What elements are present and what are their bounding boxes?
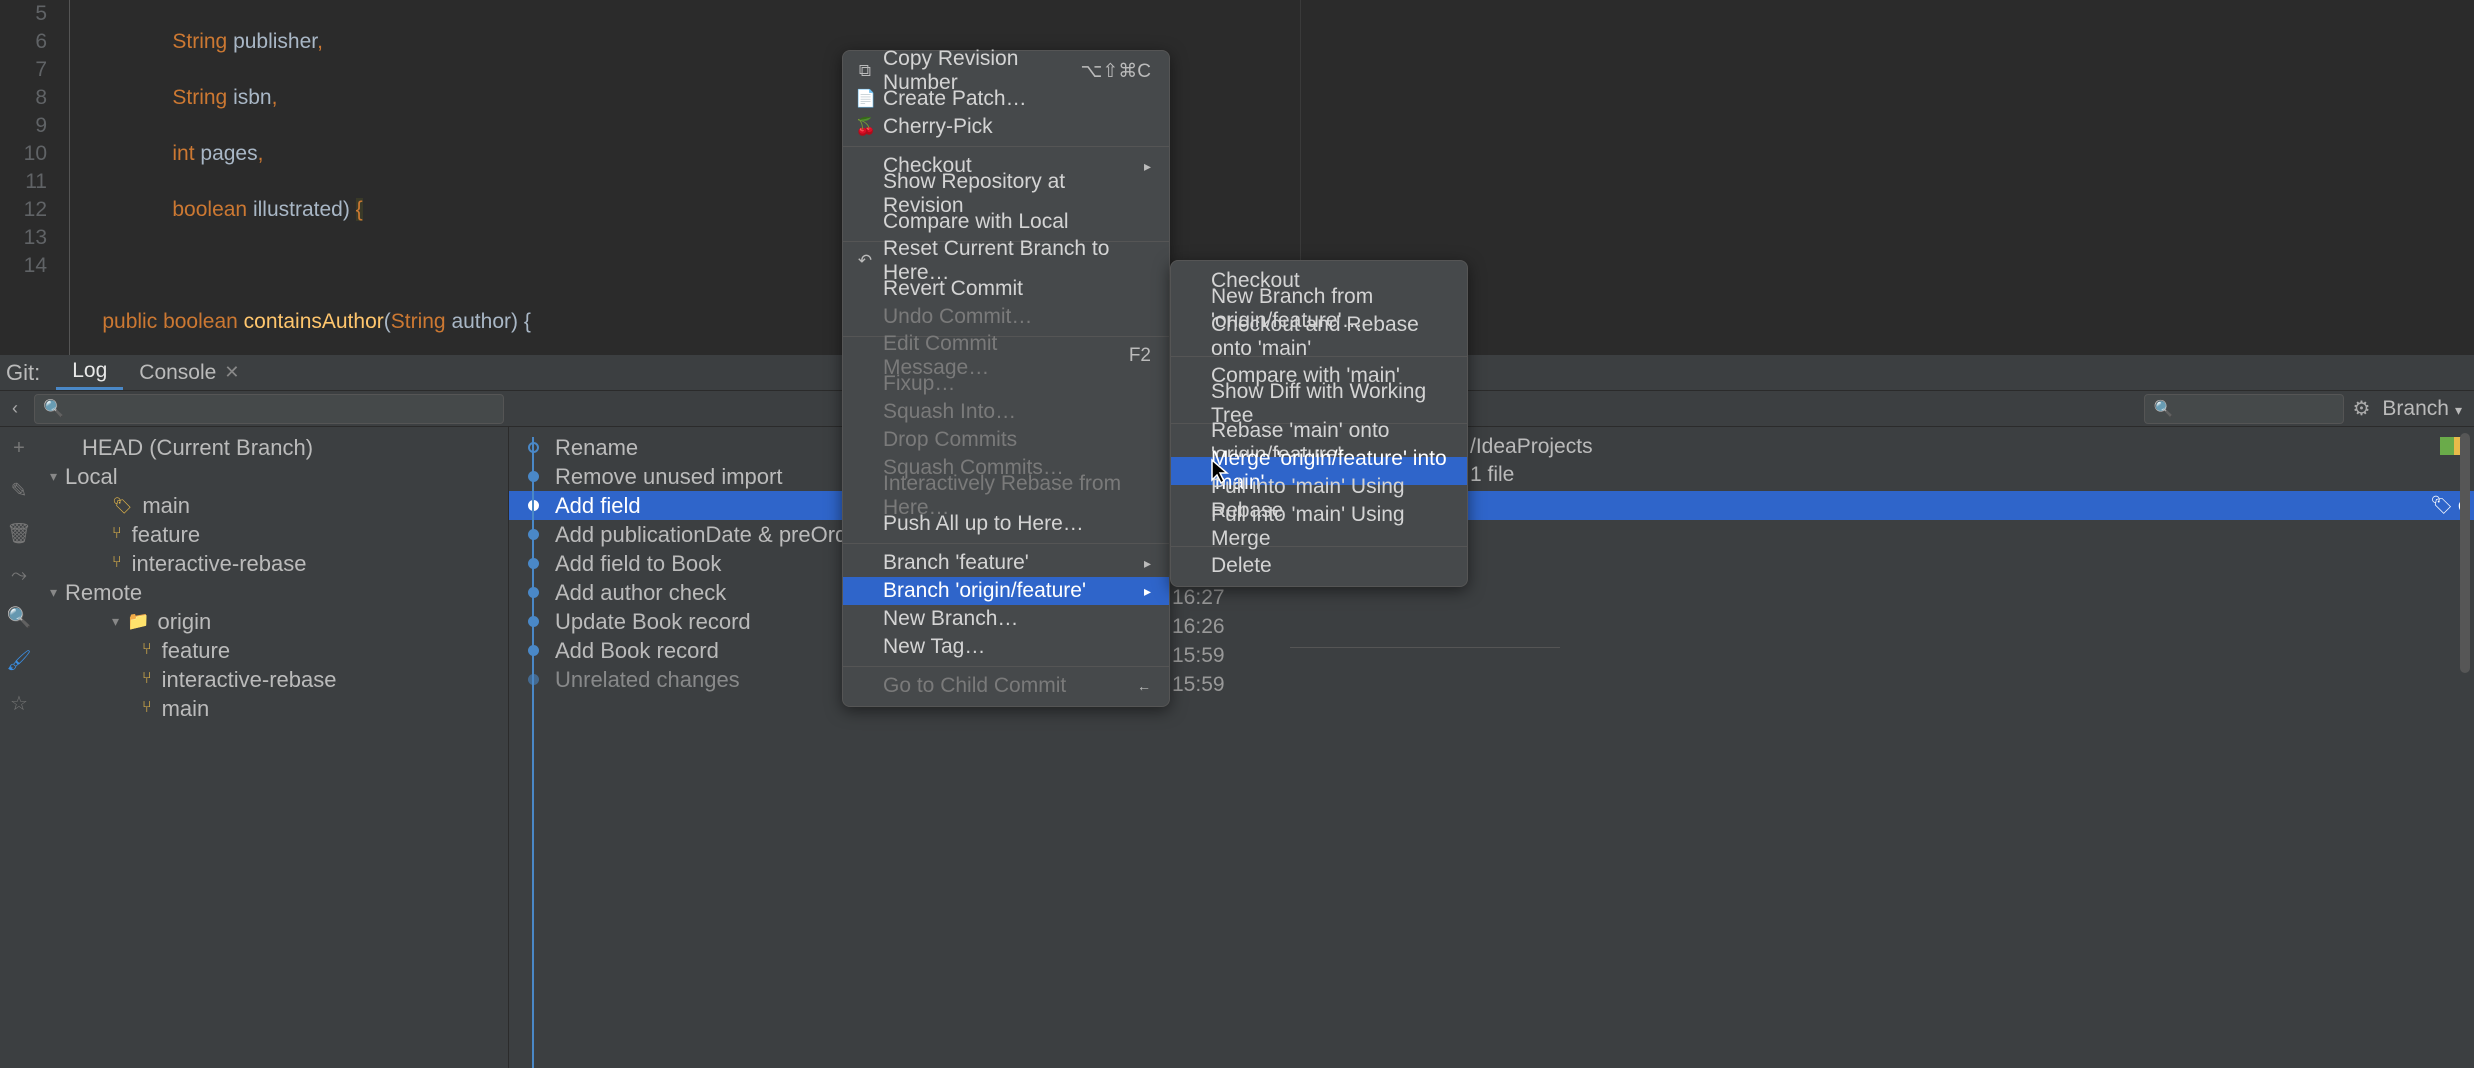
branches-tree[interactable]: HEAD (Current Branch) ▾Local 🏷main ⑂feat…	[38, 427, 508, 1068]
side-toolbar: + ✎ 🗑 ⤳ 🔍 🖌 ☆	[0, 427, 38, 1068]
editor-gutter: 567891011121314	[0, 0, 65, 355]
tree-remote[interactable]: ▾Remote	[38, 578, 508, 607]
menu-drop: Drop Commits	[843, 426, 1169, 454]
commit-list[interactable]: Rename Remove unused import Add field🏷 o…	[508, 427, 2474, 1068]
tree-origin[interactable]: ▾📁origin	[38, 607, 508, 636]
menu-interactive-rebase: Interactively Rebase from Here…	[843, 482, 1169, 510]
commit-row[interactable]: Unrelated changes	[509, 665, 2474, 694]
tree-head[interactable]: HEAD (Current Branch)	[38, 433, 508, 462]
chevron-down-icon: ▾	[112, 613, 119, 630]
cherry-icon: 🍒	[855, 117, 875, 137]
arrow-left-icon: ←	[1115, 678, 1151, 694]
submenu-checkout-rebase[interactable]: Checkout and Rebase onto 'main'	[1171, 323, 1467, 351]
commit-context-menu: ⧉Copy Revision Number⌥⇧⌘C 📄Create Patch……	[842, 50, 1170, 707]
commit-row[interactable]: Add field🏷 o	[509, 491, 2474, 520]
menu-goto-child: Go to Child Commit←	[843, 672, 1169, 700]
menu-new-tag[interactable]: New Tag…	[843, 633, 1169, 661]
commit-row[interactable]: Add publicationDate & preOrder check	[509, 520, 2474, 549]
menu-cherry-pick[interactable]: 🍒Cherry-Pick	[843, 113, 1169, 141]
menu-new-branch[interactable]: New Branch…	[843, 605, 1169, 633]
menu-compare-local[interactable]: Compare with Local	[843, 208, 1169, 236]
scrollbar[interactable]	[2460, 433, 2470, 673]
branch-icon: ⑂	[112, 554, 122, 572]
menu-undo-commit: Undo Commit…	[843, 303, 1169, 331]
git-label: Git:	[6, 360, 40, 386]
chevron-down-icon: ▾	[50, 584, 57, 601]
menu-push-all[interactable]: Push All up to Here…	[843, 510, 1169, 538]
trash-icon[interactable]: 🗑	[6, 521, 31, 546]
submenu-delete[interactable]: Delete	[1171, 552, 1467, 580]
commit-row[interactable]: Add field to Book	[509, 549, 2474, 578]
chevron-right-icon: ▸	[1122, 555, 1151, 572]
commit-row[interactable]: Update Book record	[509, 607, 2474, 636]
menu-copy-revision[interactable]: ⧉Copy Revision Number⌥⇧⌘C	[843, 57, 1169, 85]
branch-main[interactable]: 🏷main	[38, 491, 508, 520]
submenu-show-diff[interactable]: Show Diff with Working Tree	[1171, 390, 1467, 418]
branch-interactive-rebase[interactable]: ⑂interactive-rebase	[38, 549, 508, 578]
search-icon: 🔍	[43, 399, 64, 419]
remote-interactive-rebase[interactable]: ⑂interactive-rebase	[38, 665, 508, 694]
menu-branch-feature[interactable]: Branch 'feature'▸	[843, 549, 1169, 577]
commit-search-input[interactable]: 🔍	[2144, 394, 2344, 424]
details-path: /IdeaProjects	[1470, 435, 1593, 459]
remote-feature[interactable]: ⑂feature	[38, 636, 508, 665]
pen-icon[interactable]: ✎	[11, 478, 28, 503]
fold-bar	[65, 0, 79, 355]
search-icon: 🔍	[2153, 399, 2173, 419]
menu-branch-origin-feature[interactable]: Branch 'origin/feature'▸	[843, 577, 1169, 605]
menu-create-patch[interactable]: 📄Create Patch…	[843, 85, 1169, 113]
branch-submenu: Checkout New Branch from 'origin/feature…	[1170, 260, 1468, 587]
branch-icon: ⑂	[142, 670, 152, 688]
menu-squash-into: Squash Into…	[843, 398, 1169, 426]
menu-reset-branch[interactable]: ↶Reset Current Branch to Here…	[843, 247, 1169, 275]
menu-revert[interactable]: Revert Commit	[843, 275, 1169, 303]
commit-time: 15:59	[1172, 673, 1225, 697]
menu-edit-message: Edit Commit Message…F2	[843, 342, 1169, 370]
tree-local[interactable]: ▾Local	[38, 462, 508, 491]
commit-row[interactable]: Add Book record	[509, 636, 2474, 665]
commit-time: 16:27	[1172, 586, 1225, 610]
back-icon[interactable]: ‹	[0, 398, 30, 419]
chevron-right-icon: ▸	[1122, 583, 1151, 600]
star-icon[interactable]: ☆	[10, 691, 28, 716]
commit-time: 16:26	[1172, 615, 1225, 639]
menu-fixup: Fixup…	[843, 370, 1169, 398]
branch-icon: ⑂	[112, 525, 122, 543]
plus-icon[interactable]: +	[13, 437, 25, 460]
branch-filter-dropdown[interactable]: Branch▾	[2382, 397, 2462, 421]
chevron-down-icon: ▾	[2455, 402, 2462, 418]
tree-search-input[interactable]: 🔍	[34, 394, 504, 424]
close-icon[interactable]: ✕	[224, 362, 239, 383]
branch-feature[interactable]: ⑂feature	[38, 520, 508, 549]
commit-row[interactable]: Add author check	[509, 578, 2474, 607]
menu-show-repo[interactable]: Show Repository at Revision	[843, 180, 1169, 208]
submenu-pull-merge[interactable]: Pull into 'main' Using Merge	[1171, 513, 1467, 541]
commit-time: 15:59	[1172, 644, 1225, 668]
details-file-count: 1 file	[1470, 463, 1514, 487]
search-icon[interactable]: 🔍	[7, 605, 32, 630]
branch-icon: ⑂	[142, 699, 152, 717]
branch-icon: ⑂	[142, 641, 152, 659]
tab-console[interactable]: Console	[123, 357, 232, 389]
merge-icon[interactable]: ⤳	[11, 564, 27, 587]
tab-log[interactable]: Log	[56, 355, 123, 390]
copy-icon: ⧉	[855, 61, 875, 81]
patch-icon: 📄	[855, 89, 875, 109]
tag-icon: 🏷	[112, 496, 132, 516]
folder-icon: 📁	[127, 611, 149, 632]
remote-main[interactable]: ⑂main	[38, 694, 508, 723]
brush-icon[interactable]: 🖌	[6, 648, 31, 673]
gear-icon[interactable]: ⚙	[2352, 396, 2370, 421]
undo-icon: ↶	[855, 251, 875, 271]
chevron-down-icon: ▾	[50, 468, 57, 485]
